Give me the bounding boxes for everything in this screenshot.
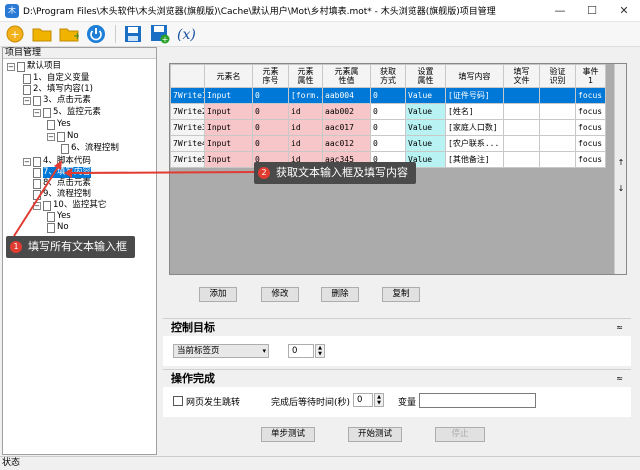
annotation-arrows xyxy=(13,160,261,237)
callout-1-number: 1 xyxy=(10,241,22,253)
annotation-arrow-1 xyxy=(13,163,61,237)
annotation-arrow-2 xyxy=(67,171,261,174)
callout-2-number: 2 xyxy=(258,167,270,179)
callout-1: 1 填写所有文本输入框 xyxy=(6,236,135,258)
callout-2: 2 获取文本输入框及填写内容 xyxy=(254,162,416,184)
annotation-arrowhead-2 xyxy=(64,168,72,178)
callout-1-text: 填写所有文本输入框 xyxy=(28,240,127,253)
callout-2-text: 获取文本输入框及填写内容 xyxy=(276,166,408,179)
